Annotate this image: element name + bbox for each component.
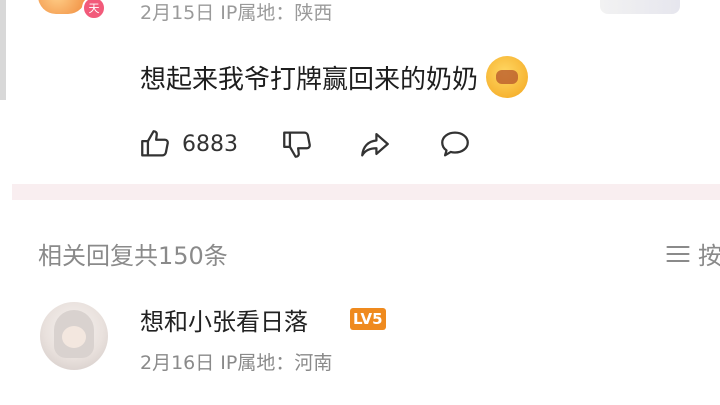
- dislike-button[interactable]: [280, 127, 314, 161]
- comment-actions: 6883: [138, 124, 472, 164]
- menu-lines-icon: [666, 245, 690, 262]
- avatar[interactable]: [40, 302, 108, 370]
- faint-top-right-element: [600, 0, 680, 14]
- comment-body: 想起来我爷打牌赢回来的奶奶: [140, 64, 479, 95]
- sort-label: 按: [698, 242, 720, 270]
- like-count: 6883: [182, 131, 238, 157]
- reply-button[interactable]: [438, 127, 472, 161]
- reply-meta: 2月16日 IP属地：河南: [140, 352, 333, 374]
- avatar-badge: 天: [82, 0, 106, 20]
- reply-username[interactable]: 想和小张看日落: [140, 302, 308, 337]
- share-button[interactable]: [358, 127, 392, 161]
- thumbs-up-icon: [141, 130, 169, 157]
- scrollbar-edge: [0, 0, 6, 100]
- facepalm-emoji-icon: [486, 56, 529, 98]
- related-replies-label: 相关回复共150条: [38, 242, 228, 270]
- top-comment-avatar[interactable]: [38, 0, 86, 14]
- like-button[interactable]: 6883: [138, 127, 238, 161]
- thumbs-down-icon: [283, 131, 311, 158]
- comment-text: 想起来我爷打牌赢回来的奶奶: [140, 56, 529, 98]
- comment-bubble-icon: [441, 131, 469, 157]
- level-badge: LV5: [350, 308, 386, 330]
- sort-button[interactable]: 按: [664, 236, 720, 271]
- share-arrow-icon: [361, 132, 389, 157]
- section-divider: [12, 184, 720, 200]
- top-comment-meta: 2月15日 IP属地：陕西: [140, 2, 333, 24]
